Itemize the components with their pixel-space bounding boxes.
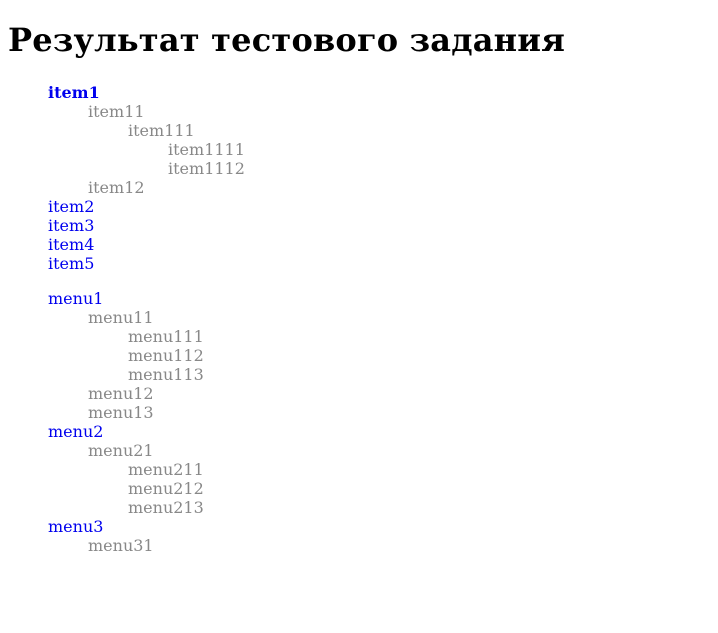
link-menu2[interactable]: menu2 <box>48 422 710 441</box>
page-title: Результат тестового задания <box>8 21 566 59</box>
item-item1111[interactable]: item1111 <box>168 140 710 159</box>
item-menu211[interactable]: menu211 <box>128 460 710 479</box>
tree-node-item1: item1 item11 item111 item1111 item1112 i… <box>48 83 710 197</box>
item-item11[interactable]: item11 <box>88 102 710 121</box>
menus-tree: menu1 menu11 menu111 menu112 menu113 men… <box>8 289 710 555</box>
link-item2[interactable]: item2 <box>48 197 710 216</box>
item-item1112[interactable]: item1112 <box>168 159 710 178</box>
link-item1[interactable]: item1 <box>48 83 710 102</box>
tree-node-menu11: menu11 menu111 menu112 menu113 <box>88 308 710 384</box>
link-menu1[interactable]: menu1 <box>48 289 710 308</box>
item-item111[interactable]: item111 <box>128 121 710 140</box>
tree-node-menu2: menu2 menu21 menu211 menu212 menu213 <box>48 422 710 517</box>
item-item12[interactable]: item12 <box>88 178 710 197</box>
link-item5[interactable]: item5 <box>48 254 710 273</box>
item-menu11[interactable]: menu11 <box>88 308 710 327</box>
page: Результат тестового задания item1 item11… <box>0 20 718 555</box>
tree-node-menu1: menu1 menu11 menu111 menu112 menu113 men… <box>48 289 710 422</box>
tree-node-item111: item111 item1111 item1112 <box>128 121 710 178</box>
item-menu111[interactable]: menu111 <box>128 327 710 346</box>
link-item4[interactable]: item4 <box>48 235 710 254</box>
item-menu13[interactable]: menu13 <box>88 403 710 422</box>
tree-node-menu21: menu21 menu211 menu212 menu213 <box>88 441 710 517</box>
item-menu21[interactable]: menu21 <box>88 441 710 460</box>
item-menu12[interactable]: menu12 <box>88 384 710 403</box>
item-menu212[interactable]: menu212 <box>128 479 710 498</box>
item-menu112[interactable]: menu112 <box>128 346 710 365</box>
tree-node-item11: item11 item111 item1111 item1112 <box>88 102 710 178</box>
link-menu3[interactable]: menu3 <box>48 517 710 536</box>
item-menu113[interactable]: menu113 <box>128 365 710 384</box>
link-item3[interactable]: item3 <box>48 216 710 235</box>
item-menu31[interactable]: menu31 <box>88 536 710 555</box>
tree-node-menu3: menu3 menu31 <box>48 517 710 555</box>
items-tree: item1 item11 item111 item1111 item1112 i… <box>8 83 710 273</box>
item-menu213[interactable]: menu213 <box>128 498 710 517</box>
